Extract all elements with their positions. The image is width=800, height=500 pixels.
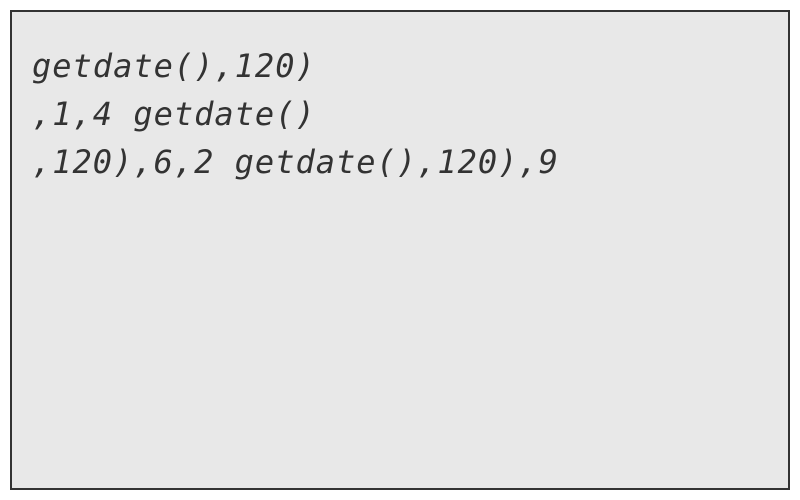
content-frame: getdate(),120) ,1,4 getdate() ,120),6,2 … — [10, 10, 790, 490]
text-line-3: ,120),6,2 getdate(),120),9 — [32, 138, 768, 186]
text-line-2: ,1,4 getdate() — [32, 90, 768, 138]
text-container: getdate(),120) ,1,4 getdate() ,120),6,2 … — [32, 42, 768, 186]
text-line-1: getdate(),120) — [32, 42, 768, 90]
